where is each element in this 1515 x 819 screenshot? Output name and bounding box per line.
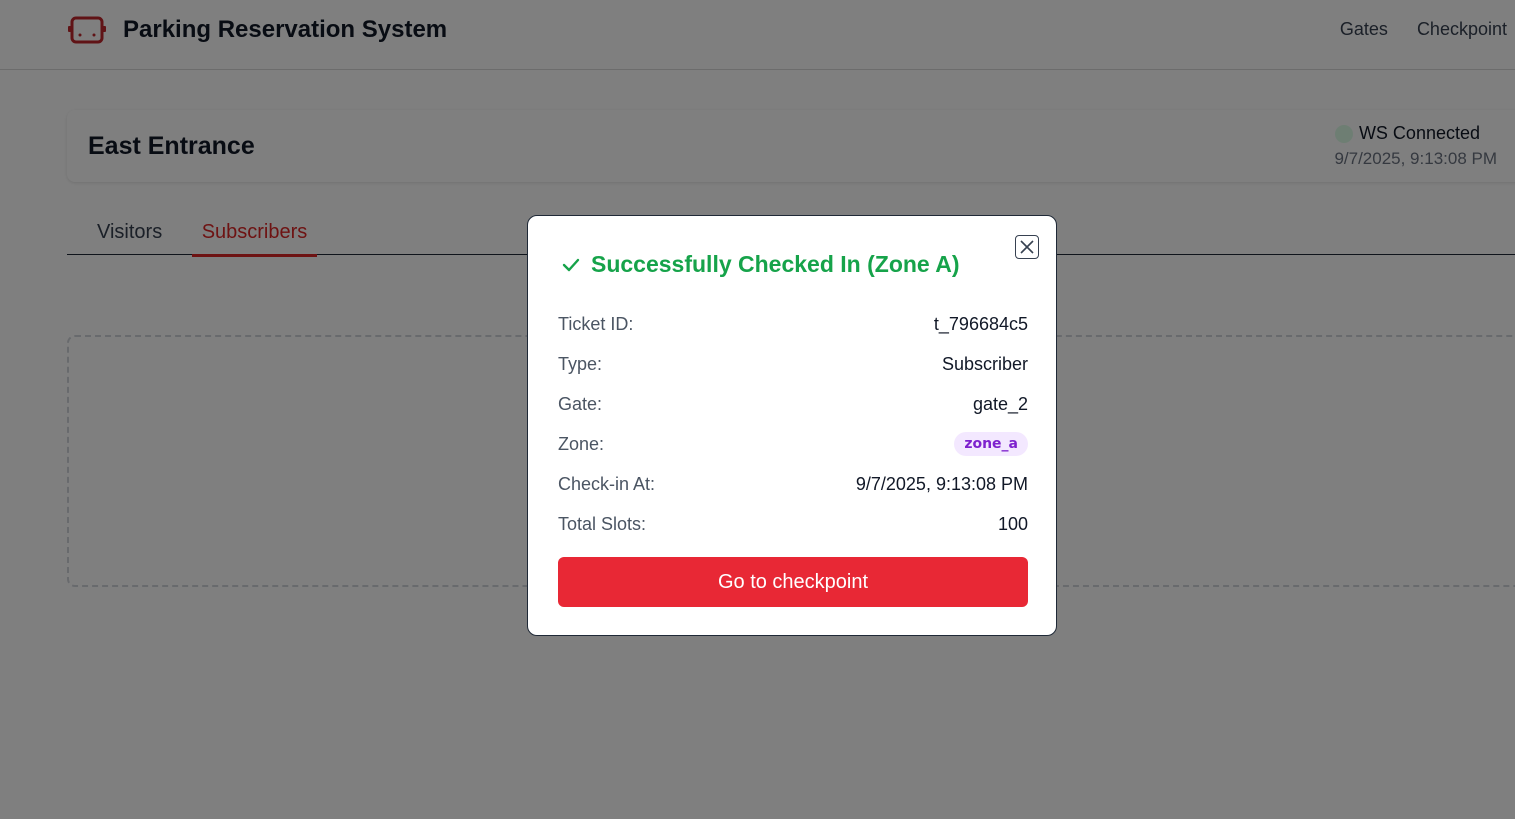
detail-row-type: Type: Subscriber [558, 344, 1028, 384]
close-button[interactable] [1015, 235, 1039, 259]
detail-row-total-slots: Total Slots: 100 [558, 504, 1028, 544]
gate-label: Gate: [558, 393, 603, 414]
ticket-details: Ticket ID: t_796684c5 Type: Subscriber G… [558, 304, 1028, 544]
type-value: Subscriber [941, 353, 1028, 374]
modal-title-text: Successfully Checked In (Zone A) [591, 251, 960, 277]
modal-title: Successfully Checked In (Zone A) [561, 251, 960, 278]
close-icon [1020, 240, 1034, 254]
gate-value: gate_2 [972, 393, 1028, 414]
check-icon [562, 258, 580, 271]
zone-badge: zone_a [954, 432, 1028, 456]
go-to-checkpoint-button[interactable]: Go to checkpoint [558, 557, 1028, 607]
detail-row-ticket-id: Ticket ID: t_796684c5 [558, 304, 1028, 344]
checkin-success-modal: Successfully Checked In (Zone A) Ticket … [527, 215, 1057, 636]
page: Parking Reservation System Gates Checkpo… [0, 0, 1515, 819]
type-label: Type: [558, 353, 603, 374]
checkin-at-label: Check-in At: [558, 473, 656, 494]
total-slots-label: Total Slots: [558, 513, 647, 534]
detail-row-gate: Gate: gate_2 [558, 384, 1028, 424]
zone-label: Zone: [558, 433, 605, 454]
total-slots-value: 100 [997, 513, 1028, 534]
detail-row-zone: Zone: zone_a [558, 424, 1028, 464]
detail-row-checkin-at: Check-in At: 9/7/2025, 9:13:08 PM [558, 464, 1028, 504]
checkin-at-value: 9/7/2025, 9:13:08 PM [855, 473, 1028, 494]
ticket-id-value: t_796684c5 [933, 313, 1028, 334]
ticket-id-label: Ticket ID: [558, 313, 634, 334]
